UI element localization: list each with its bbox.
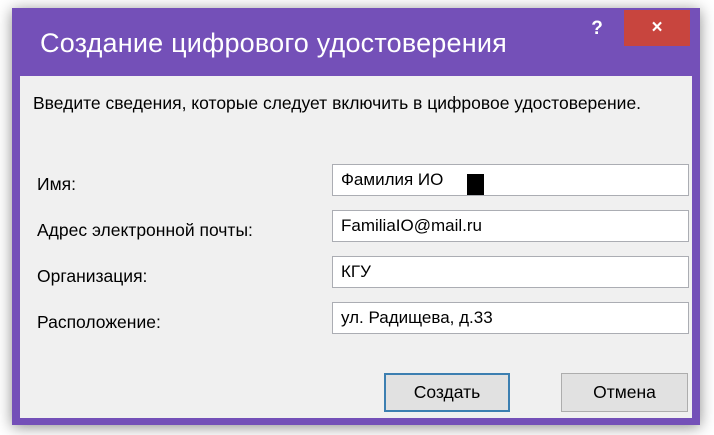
dialog-title: Создание цифрового удостоверения — [40, 28, 507, 58]
intro-text: Введите сведения, которые следует включи… — [33, 93, 642, 113]
name-label: Имя: — [37, 174, 76, 194]
location-label: Расположение: — [37, 312, 161, 332]
redaction-mark — [467, 174, 484, 195]
email-field[interactable] — [332, 210, 689, 242]
close-button[interactable]: × — [624, 10, 690, 46]
name-field[interactable] — [332, 164, 689, 196]
organization-label: Организация: — [37, 266, 148, 286]
dialog-body: Введите сведения, которые следует включи… — [20, 76, 692, 418]
create-button[interactable]: Создать — [384, 373, 510, 412]
cancel-button[interactable]: Отмена — [561, 373, 688, 412]
email-label: Адрес электронной почты: — [37, 220, 253, 240]
create-digital-id-dialog: Создание цифрового удостоверения ? × Вве… — [12, 8, 700, 425]
location-field[interactable] — [332, 302, 689, 334]
help-button[interactable]: ? — [577, 12, 617, 46]
organization-field[interactable] — [332, 256, 689, 288]
